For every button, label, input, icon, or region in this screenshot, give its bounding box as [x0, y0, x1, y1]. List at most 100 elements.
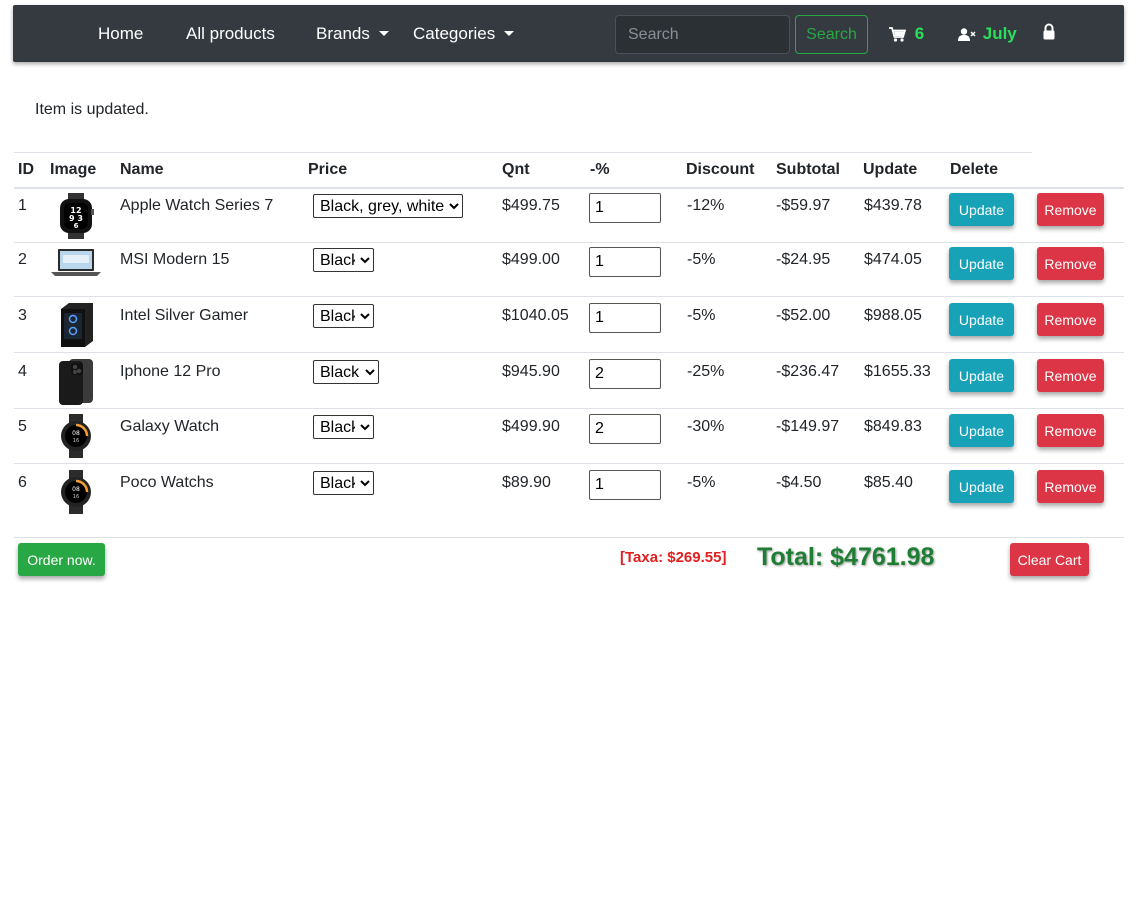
nav-categories-dropdown[interactable]: Categories: [413, 5, 515, 62]
update-button[interactable]: Update: [949, 193, 1014, 226]
color-option-select[interactable]: Black: [313, 304, 374, 328]
quantity-input[interactable]: [589, 359, 661, 389]
nav-categories-label: Categories: [413, 24, 496, 43]
row-id: 5: [18, 418, 27, 435]
chevron-down-icon: [504, 31, 515, 36]
th-update: Update: [863, 161, 918, 178]
product-price: $499.90: [502, 418, 560, 435]
laptop-image: [51, 247, 101, 282]
row-divider: [14, 352, 1124, 353]
discount-percent: -5%: [687, 474, 716, 491]
product-name: MSI Modern 15: [120, 251, 230, 268]
discount-percent: -5%: [687, 307, 716, 324]
clear-cart-button[interactable]: Clear Cart: [1010, 543, 1089, 576]
th-subtotal: Subtotal: [776, 161, 840, 178]
nav-all-products-link[interactable]: All products: [186, 5, 275, 62]
row-subtotal: $849.83: [864, 418, 922, 435]
remove-button[interactable]: Remove: [1037, 470, 1104, 503]
cart-total: Total: $4761.98: [757, 543, 935, 571]
alert-message: Item is updated.: [35, 101, 149, 118]
product-price: $1040.05: [502, 307, 569, 324]
round-watch-image: 08 16: [59, 414, 93, 463]
quantity-input[interactable]: [589, 470, 661, 500]
nav-home-link[interactable]: Home: [98, 5, 143, 62]
product-name: Poco Watchs: [120, 474, 214, 491]
th-image: Image: [50, 161, 97, 178]
product-name: Galaxy Watch: [120, 418, 219, 435]
color-option-select[interactable]: Black, grey, white.: [313, 194, 463, 218]
th-price: Price: [308, 161, 348, 178]
cart-icon: [889, 27, 906, 42]
update-button[interactable]: Update: [949, 247, 1014, 280]
remove-button[interactable]: Remove: [1037, 303, 1104, 336]
discount-amount: -$149.97: [776, 418, 840, 435]
search-input[interactable]: [615, 15, 790, 54]
row-divider: [14, 242, 1124, 243]
svg-text:16: 16: [73, 494, 79, 500]
product-name: Intel Silver Gamer: [120, 307, 249, 324]
th-qnt: Qnt: [502, 161, 530, 178]
product-price: $945.90: [502, 363, 560, 380]
row-subtotal: $85.40: [864, 474, 913, 491]
row-divider: [14, 408, 1124, 409]
search-button[interactable]: Search: [795, 15, 868, 54]
remove-button[interactable]: Remove: [1037, 193, 1104, 226]
row-id: 1: [18, 197, 27, 214]
th-name: Name: [120, 161, 164, 178]
th-discount: Discount: [686, 161, 755, 178]
user-name: July: [982, 24, 1017, 43]
color-option-select[interactable]: Black: [313, 415, 374, 439]
user-icon: [958, 28, 976, 42]
update-button[interactable]: Update: [949, 359, 1014, 392]
quantity-input[interactable]: [589, 303, 661, 333]
order-now-button[interactable]: Order now.: [18, 543, 105, 576]
row-subtotal: $439.78: [864, 197, 922, 214]
color-option-select[interactable]: Black: [313, 471, 374, 495]
discount-amount: -$4.50: [776, 474, 822, 491]
logout-link[interactable]: [1043, 23, 1057, 43]
discount-amount: -$59.97: [776, 197, 831, 214]
remove-button[interactable]: Remove: [1037, 359, 1104, 392]
color-option-select[interactable]: Black: [313, 248, 374, 272]
discount-amount: -$24.95: [776, 251, 831, 268]
round-watch-image: 08 16: [59, 470, 93, 519]
phone-image: [57, 359, 95, 410]
svg-text:16: 16: [73, 438, 79, 444]
svg-text:08: 08: [72, 430, 80, 437]
smartwatch-image: 12 9 36: [56, 193, 96, 244]
cart-link[interactable]: 6: [889, 5, 924, 62]
discount-percent: -5%: [687, 251, 716, 268]
update-button[interactable]: Update: [949, 414, 1014, 447]
row-divider: [14, 463, 1124, 464]
discount-percent: -30%: [687, 418, 725, 435]
table-header-divider: [14, 187, 1124, 189]
update-button[interactable]: Update: [949, 470, 1014, 503]
nav-brands-dropdown[interactable]: Brands: [316, 5, 389, 62]
th-delete: Delete: [950, 161, 999, 178]
discount-percent: -25%: [687, 363, 725, 380]
color-option-select[interactable]: Black: [313, 360, 379, 384]
quantity-input[interactable]: [589, 414, 661, 444]
update-button[interactable]: Update: [949, 303, 1014, 336]
discount-amount: -$52.00: [776, 307, 831, 324]
user-menu-link[interactable]: July: [958, 5, 1017, 62]
product-name: Apple Watch Series 7: [120, 197, 274, 214]
cart-count: 6: [914, 24, 925, 43]
quantity-input[interactable]: [589, 193, 661, 223]
row-subtotal: $474.05: [864, 251, 922, 268]
row-divider: [14, 296, 1124, 297]
remove-button[interactable]: Remove: [1037, 247, 1104, 280]
product-price: $499.75: [502, 197, 560, 214]
remove-button[interactable]: Remove: [1037, 414, 1104, 447]
chevron-down-icon: [378, 31, 389, 36]
th-id: ID: [18, 161, 34, 178]
row-subtotal: $1655.33: [864, 363, 931, 380]
navbar: Home All products Brands Categories Sear…: [13, 5, 1124, 62]
row-id: 3: [18, 307, 27, 324]
product-price: $89.90: [502, 474, 551, 491]
discount-amount: -$236.47: [776, 363, 840, 380]
row-subtotal: $988.05: [864, 307, 922, 324]
table-footer-divider: [14, 537, 1124, 538]
pc-case-image: [57, 303, 95, 352]
quantity-input[interactable]: [589, 247, 661, 277]
